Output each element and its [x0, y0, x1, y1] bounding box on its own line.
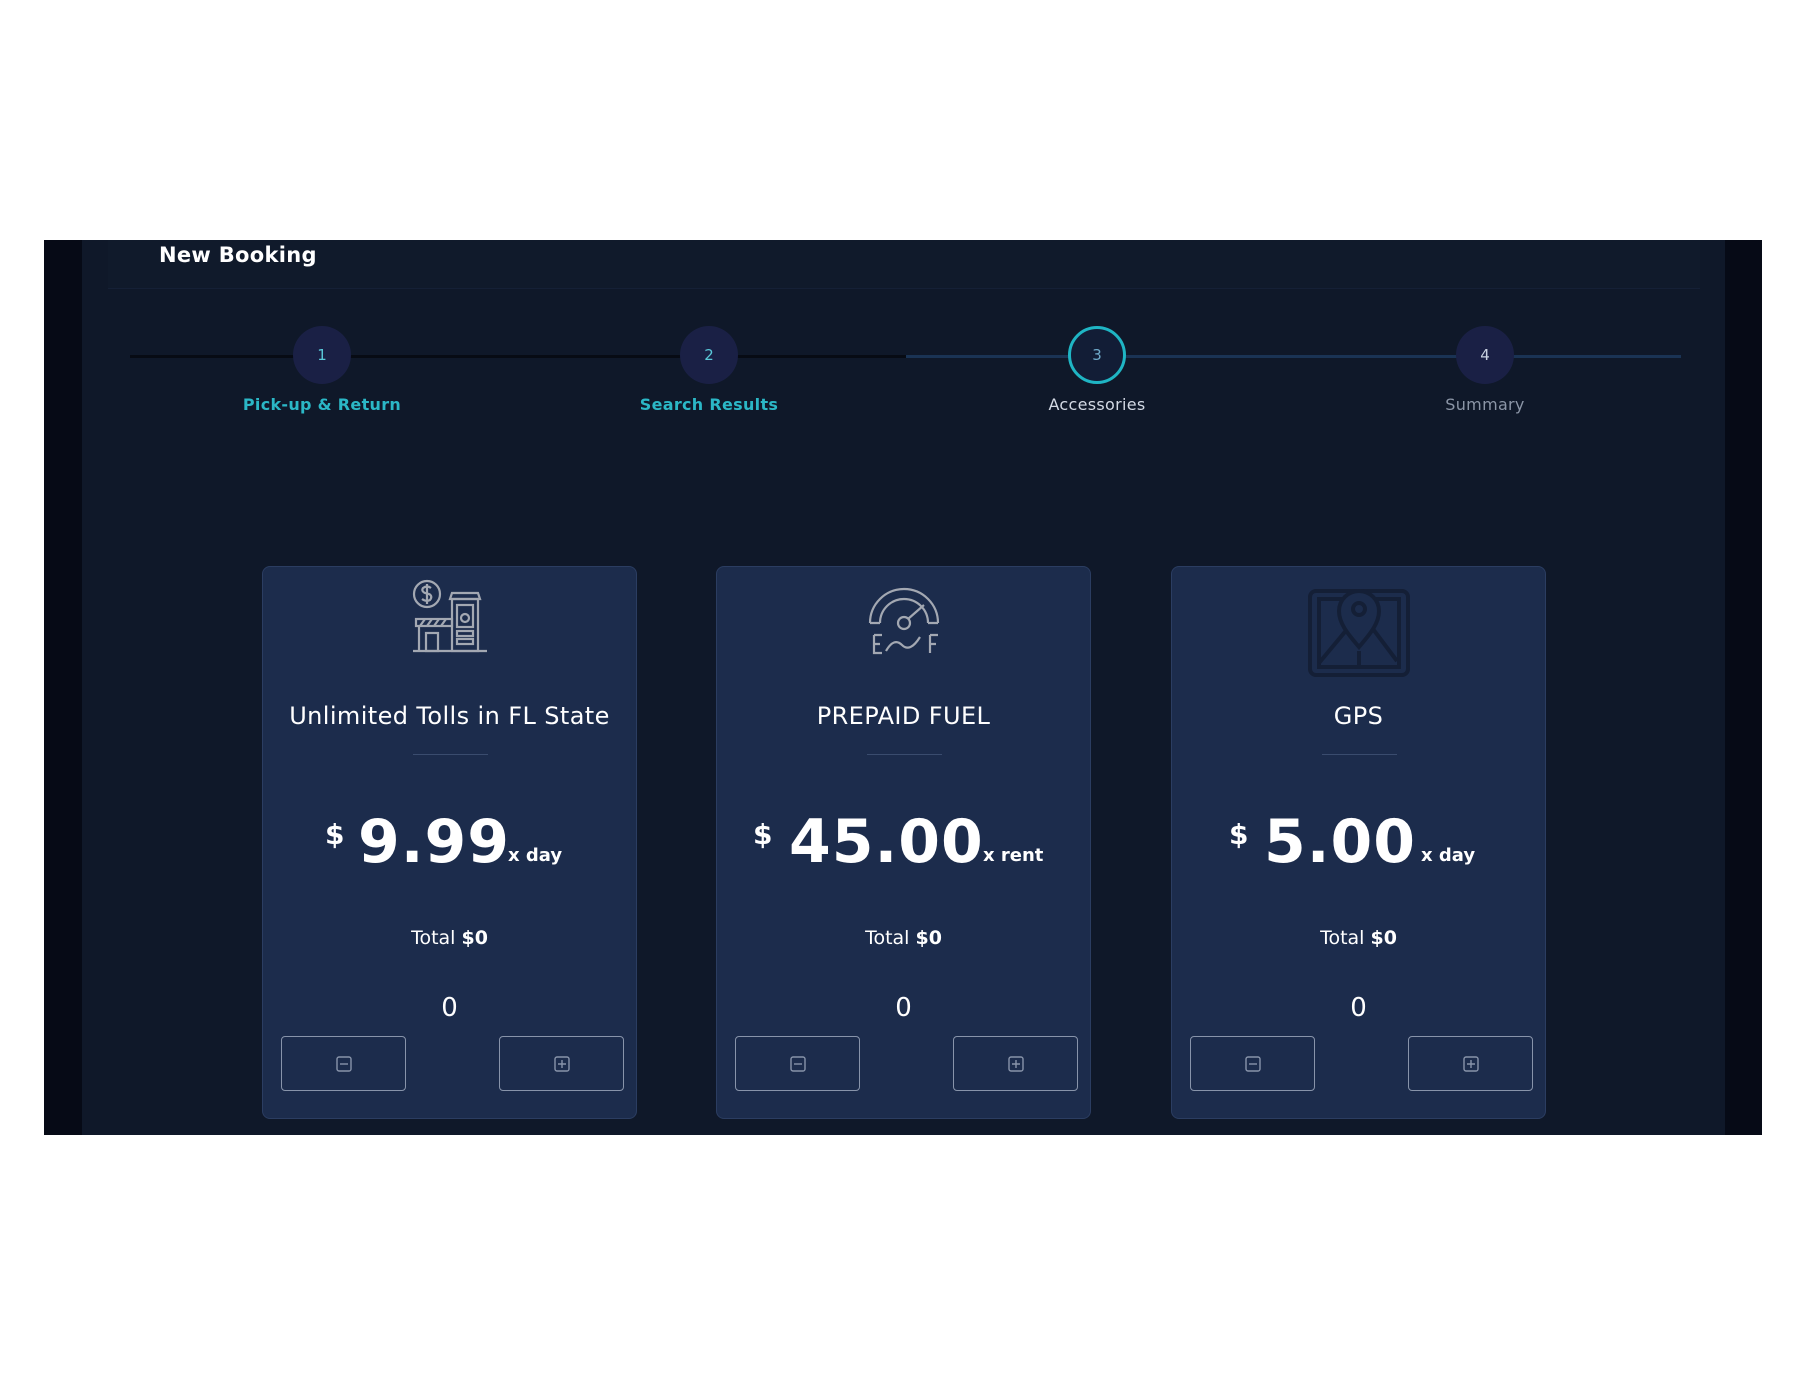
- price-unit: x day: [508, 845, 563, 866]
- decrease-button[interactable]: [1190, 1036, 1315, 1091]
- step-pickup-return[interactable]: 1 Pick-up & Return: [222, 326, 422, 414]
- currency-symbol: $: [753, 818, 773, 851]
- step-number-circle[interactable]: 4: [1456, 326, 1514, 384]
- total-line: Total $0: [717, 927, 1090, 949]
- plus-square-icon: [553, 1055, 570, 1072]
- price: 45.00: [789, 807, 984, 877]
- price: 9.99: [358, 807, 511, 877]
- page-title: New Booking: [159, 243, 317, 267]
- step-number-circle[interactable]: 2: [680, 326, 738, 384]
- currency-symbol: $: [1229, 818, 1249, 851]
- total-label: Total: [411, 927, 456, 949]
- app-frame: New Booking 1 Pick-up & Return 2 Search …: [44, 240, 1762, 1135]
- accessory-card-tolls: Unlimited Tolls in FL State $ 9.99 x day…: [262, 566, 637, 1119]
- step-number-circle[interactable]: 3: [1068, 326, 1126, 384]
- decrease-button[interactable]: [281, 1036, 406, 1091]
- increase-button[interactable]: [499, 1036, 624, 1091]
- quantity-value: 0: [895, 993, 912, 1023]
- fuel-gauge-icon: [717, 577, 1090, 677]
- accessory-title: PREPAID FUEL: [816, 702, 991, 730]
- toll-booth-icon: [263, 577, 636, 677]
- step-label[interactable]: Pick-up & Return: [222, 395, 422, 414]
- increase-button[interactable]: [1408, 1036, 1533, 1091]
- quantity-value: 0: [1350, 993, 1367, 1023]
- total-label: Total: [1320, 927, 1365, 949]
- step-label[interactable]: Search Results: [609, 395, 809, 414]
- accessory-title: Unlimited Tolls in FL State: [289, 702, 610, 730]
- plus-square-icon: [1462, 1055, 1479, 1072]
- price: 5.00: [1264, 807, 1417, 877]
- map-pin-icon: [1172, 577, 1545, 677]
- step-number-circle[interactable]: 1: [293, 326, 351, 384]
- total-value: $0: [915, 927, 942, 949]
- minus-square-icon: [335, 1055, 352, 1072]
- minus-square-icon: [789, 1055, 806, 1072]
- price-unit: x day: [1421, 845, 1476, 866]
- step-accessories[interactable]: 3 Accessories: [997, 326, 1197, 414]
- divider: [867, 754, 942, 755]
- step-label[interactable]: Accessories: [997, 395, 1197, 414]
- total-label: Total: [865, 927, 910, 949]
- divider: [413, 754, 488, 755]
- total-line: Total $0: [1172, 927, 1545, 949]
- step-label[interactable]: Summary: [1385, 395, 1585, 414]
- accessory-card-fuel: PREPAID FUEL $ 45.00 x rent Total $0 0: [716, 566, 1091, 1119]
- total-value: $0: [461, 927, 488, 949]
- divider: [1322, 754, 1397, 755]
- quantity-value: 0: [441, 993, 458, 1023]
- booking-panel: New Booking 1 Pick-up & Return 2 Search …: [82, 240, 1725, 1135]
- accessory-card-gps: GPS $ 5.00 x day Total $0 0: [1171, 566, 1546, 1119]
- total-line: Total $0: [263, 927, 636, 949]
- step-summary[interactable]: 4 Summary: [1385, 326, 1585, 414]
- step-search-results[interactable]: 2 Search Results: [609, 326, 809, 414]
- total-value: $0: [1370, 927, 1397, 949]
- header-bar: New Booking: [108, 240, 1700, 289]
- minus-square-icon: [1244, 1055, 1261, 1072]
- increase-button[interactable]: [953, 1036, 1078, 1091]
- accessory-title: GPS: [1333, 702, 1384, 730]
- price-unit: x rent: [983, 845, 1044, 866]
- decrease-button[interactable]: [735, 1036, 860, 1091]
- plus-square-icon: [1007, 1055, 1024, 1072]
- currency-symbol: $: [325, 818, 345, 851]
